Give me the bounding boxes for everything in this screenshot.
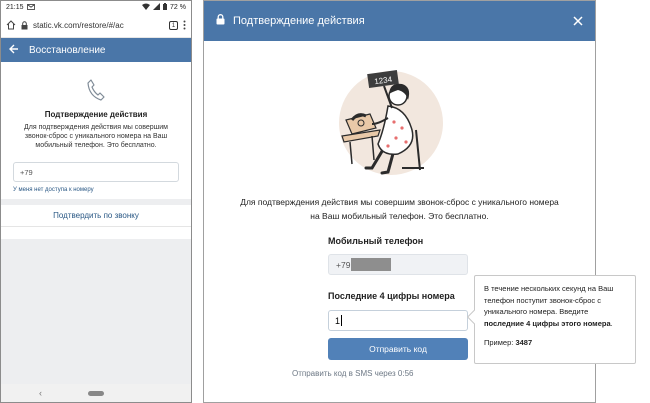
lock-icon <box>21 17 28 35</box>
battery-icon <box>163 3 168 12</box>
status-time: 21:15 <box>6 4 24 11</box>
wifi-icon <box>142 3 151 12</box>
sms-timer-text: Отправить код в SMS через 0:56 <box>292 369 414 378</box>
phone-handset-icon <box>13 74 179 106</box>
status-bar: 21:15 72 % <box>1 1 191 14</box>
confirm-description: Для подтверждения действия мы совершим з… <box>24 124 168 149</box>
tooltip-example-value: 3487 <box>515 338 533 347</box>
mail-icon <box>26 3 35 12</box>
more-menu-icon[interactable] <box>183 17 186 35</box>
code-label: Последние 4 цифры номера <box>328 291 455 301</box>
confirm-panel: Подтверждение действия Для подтверждения… <box>1 62 191 193</box>
battery-percent: 72 % <box>170 4 186 11</box>
empty-background <box>1 239 191 402</box>
screenshot-composite: 21:15 72 % static.vk.com/restore/#/ac 1 … <box>0 0 650 403</box>
home-icon[interactable] <box>6 17 16 35</box>
text-caret <box>341 315 343 326</box>
phone-number-field: +79 <box>328 254 468 275</box>
phone-number-value: +79 <box>20 167 33 177</box>
app-header: Восстановление <box>1 38 191 62</box>
modal-description-line-1: Для подтверждения действия мы совершим з… <box>240 197 559 207</box>
home-pill-icon[interactable] <box>88 390 104 396</box>
lock-icon <box>216 14 225 28</box>
masked-phone-digits <box>351 258 392 271</box>
modal-description: Для подтверждения действия мы совершим з… <box>204 195 595 223</box>
tooltip-example: Пример: 3487 <box>484 337 626 349</box>
confirm-by-call-button[interactable]: Подтвердить по звонку <box>1 205 191 227</box>
confirm-title: Подтверждение действия <box>44 110 148 119</box>
tooltip-body: В течение нескольких секунд на Ваш телеф… <box>484 283 626 329</box>
browser-url-bar: static.vk.com/restore/#/ac 1 <box>1 14 191 38</box>
code-input-value: 1 <box>335 315 341 326</box>
code-input[interactable]: 1 <box>328 310 468 331</box>
signal-icon <box>153 3 161 12</box>
tab-switcher-button[interactable]: 1 <box>169 21 178 30</box>
modal-title: Подтверждение действия <box>233 15 365 27</box>
no-access-link[interactable]: У меня нет доступа к номеру <box>13 187 179 193</box>
send-code-button[interactable]: Отправить код <box>328 338 468 360</box>
mobile-screenshot: 21:15 72 % static.vk.com/restore/#/ac 1 … <box>0 0 192 403</box>
tooltip-period: . <box>610 318 613 328</box>
android-nav-bar: ‹ <box>1 384 191 402</box>
app-header-title: Восстановление <box>29 44 106 56</box>
tooltip-text: В течение нескольких секунд на Ваш телеф… <box>484 284 614 316</box>
url-text[interactable]: static.vk.com/restore/#/ac <box>33 21 164 30</box>
nav-back-icon[interactable]: ‹ <box>39 388 42 398</box>
code-hint-tooltip: В течение нескольких секунд на Ваш телеф… <box>466 275 636 364</box>
modal-header: Подтверждение действия <box>204 1 595 41</box>
close-icon[interactable] <box>573 13 583 29</box>
tooltip-bold-text: последние 4 цифры этого номера <box>484 318 611 328</box>
modal-description-line-2: на Ваш мобильный телефон. Это бесплатно. <box>310 211 489 221</box>
phone-label: Мобильный телефон <box>328 236 424 246</box>
phone-number-field[interactable]: +79 <box>13 162 179 182</box>
woman-with-phone-illustration: 1234 <box>339 69 443 175</box>
phone-number-value: +79 <box>336 259 351 270</box>
tooltip-example-label: Пример: <box>484 338 514 347</box>
back-arrow-icon[interactable] <box>9 44 19 56</box>
